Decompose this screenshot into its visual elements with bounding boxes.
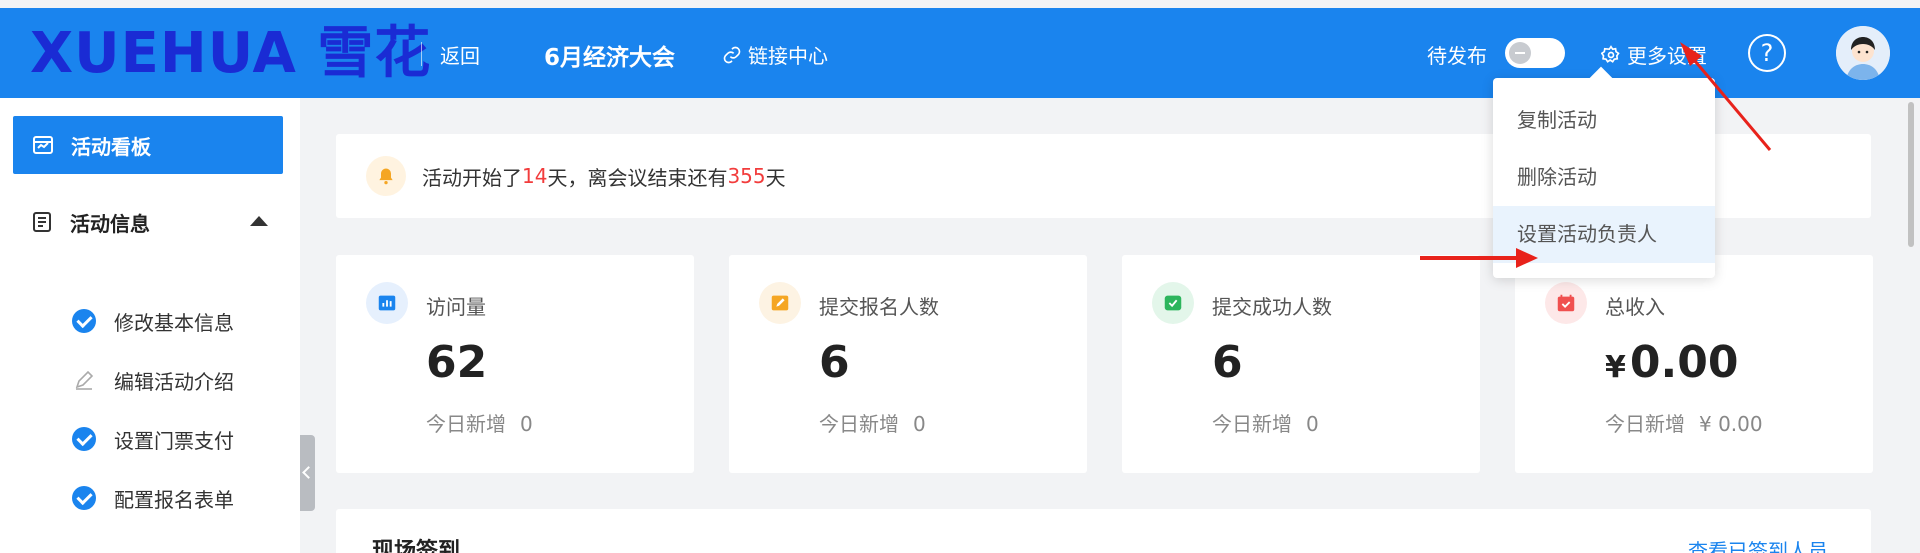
check-circle-icon — [72, 309, 96, 333]
days-started: 14 — [522, 164, 548, 188]
check-square-icon — [1152, 282, 1194, 324]
link-center-button[interactable]: 链接中心 — [722, 40, 828, 69]
sidebar-item-dashboard[interactable]: 活动看板 — [13, 116, 283, 174]
checkin-panel: 现场签到 查看已签到人员 — [336, 509, 1871, 553]
stat-sub: 今日新增 0 — [1212, 408, 1319, 437]
chart-icon — [366, 282, 408, 324]
pending-label: 待发布 — [1427, 44, 1487, 68]
sidebar-item-label: 活动看板 — [71, 134, 151, 159]
header-divider — [421, 42, 422, 66]
sidebar-group-label: 活动信息 — [70, 211, 150, 236]
edit-icon — [759, 282, 801, 324]
menu-item-copy-event[interactable]: 复制活动 — [1493, 92, 1715, 149]
stat-sub-value: ¥ 0.00 — [1699, 412, 1763, 436]
stat-label: 提交报名人数 — [819, 295, 939, 319]
sidebar-item-edit-intro[interactable]: 编辑活动介绍 — [0, 355, 300, 405]
stat-label: 访问量 — [426, 295, 486, 319]
back-link[interactable]: 返回 — [440, 40, 480, 69]
gear-icon — [1601, 44, 1620, 63]
stat-sub-value: 0 — [913, 412, 926, 436]
check-circle-icon — [72, 427, 96, 451]
sidebar-collapse-handle[interactable] — [300, 435, 315, 511]
toggle-knob — [1509, 42, 1531, 64]
link-icon — [723, 46, 741, 63]
checkin-title: 现场签到 — [372, 539, 461, 553]
more-settings-button[interactable]: 更多设置 — [1601, 40, 1707, 69]
stat-value: 6 — [1212, 337, 1243, 388]
sidebar-item-basic-info[interactable]: 修改基本信息 — [0, 296, 300, 346]
link-center-label: 链接中心 — [748, 44, 828, 68]
avatar-icon[interactable] — [1836, 26, 1890, 80]
pencil-icon — [75, 370, 94, 390]
notice-prefix: 活动开始了 — [422, 165, 522, 190]
bell-icon — [366, 156, 406, 196]
stat-card-visits: 访问量 62 今日新增 0 — [336, 255, 694, 473]
stat-sub-label: 今日新增 — [426, 412, 506, 436]
stat-card-success: 提交成功人数 6 今日新增 0 — [1122, 255, 1480, 473]
calendar-icon — [1545, 282, 1587, 324]
days-left: 355 — [727, 164, 766, 188]
currency-symbol: ¥ — [1605, 350, 1626, 385]
document-icon — [33, 212, 51, 232]
stat-label: 提交成功人数 — [1212, 295, 1332, 319]
dashboard-icon — [33, 136, 53, 154]
stat-sub-value: 0 — [520, 412, 533, 436]
stat-value: ¥0.00 — [1605, 337, 1738, 388]
sidebar-item-registration-form[interactable]: 配置报名表单 — [0, 473, 300, 523]
stat-sub: 今日新增 0 — [819, 408, 926, 437]
more-settings-label: 更多设置 — [1627, 44, 1707, 68]
revenue-value: 0.00 — [1629, 337, 1739, 388]
stat-sub-label: 今日新增 — [1605, 412, 1685, 436]
sidebar-item-label: 编辑活动介绍 — [114, 369, 234, 394]
brand-logo[interactable]: XUEHUA 雪花 — [30, 26, 431, 82]
stat-card-revenue: 总收入 ¥0.00 今日新增 ¥ 0.00 — [1515, 255, 1873, 473]
stat-sub-label: 今日新增 — [1212, 412, 1292, 436]
question-icon[interactable]: ? — [1748, 34, 1786, 72]
stat-card-submitted: 提交报名人数 6 今日新增 0 — [729, 255, 1087, 473]
sidebar-item-label: 配置报名表单 — [114, 487, 234, 512]
stat-value: 6 — [819, 337, 850, 388]
event-title: 6月经济大会 — [544, 45, 676, 71]
check-circle-icon — [72, 486, 96, 510]
caret-up-icon[interactable] — [250, 216, 268, 226]
stat-label: 总收入 — [1605, 295, 1665, 319]
stat-sub: 今日新增 ¥ 0.00 — [1605, 408, 1763, 437]
stat-sub-label: 今日新增 — [819, 412, 899, 436]
page-scrollbar[interactable] — [1908, 102, 1914, 247]
sidebar-group-event-info[interactable]: 活动信息 — [0, 196, 300, 248]
settings-dropdown: 复制活动 删除活动 设置活动负责人 — [1493, 78, 1715, 278]
stat-value: 62 — [426, 337, 488, 388]
sidebar-item-label: 设置门票支付 — [114, 428, 234, 453]
sidebar-item-ticket-payment[interactable]: 设置门票支付 — [0, 414, 300, 464]
menu-item-delete-event[interactable]: 删除活动 — [1493, 149, 1715, 206]
stat-sub-value: 0 — [1306, 412, 1319, 436]
stat-sub: 今日新增 0 — [426, 408, 533, 437]
sidebar-item-label: 修改基本信息 — [114, 310, 234, 335]
notice-suffix: 天 — [765, 165, 786, 190]
sidebar: 活动看板 活动信息 修改基本信息 编辑活动介绍 设置门票支付 配置报名表单 — [0, 98, 300, 553]
view-checked-in-link[interactable]: 查看已签到人员 — [1688, 535, 1828, 553]
publish-toggle[interactable] — [1505, 38, 1565, 68]
notice-middle: 天，离会议结束还有 — [547, 165, 728, 190]
menu-item-set-owner[interactable]: 设置活动负责人 — [1493, 206, 1715, 263]
